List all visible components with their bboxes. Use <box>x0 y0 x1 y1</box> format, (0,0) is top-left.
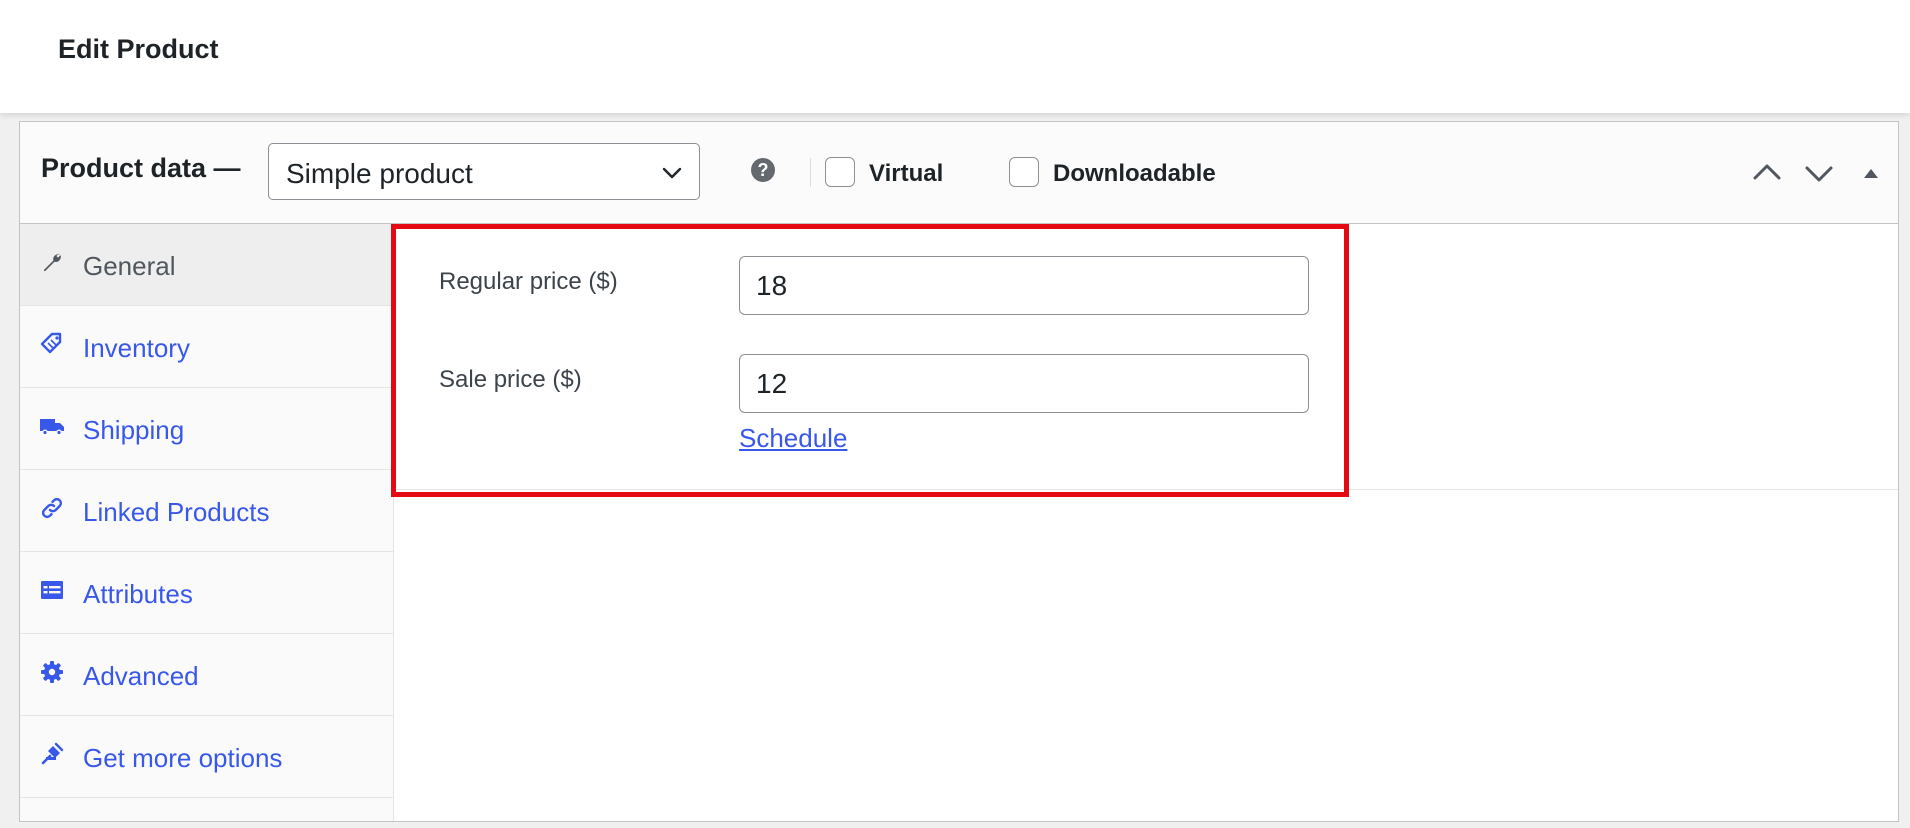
tab-label: Advanced <box>83 661 199 691</box>
tab-linked-products[interactable]: Linked Products <box>20 470 393 552</box>
move-up-icon[interactable] <box>1751 157 1783 189</box>
plugin-icon <box>41 742 64 765</box>
chevron-down-icon <box>662 167 682 179</box>
product-data-tabs: General Inventory Shipping Linked Produc… <box>20 224 394 821</box>
list-table-icon <box>41 581 63 599</box>
downloadable-checkbox[interactable] <box>1009 157 1039 187</box>
tab-general[interactable]: General <box>20 224 393 306</box>
tab-label: General <box>83 251 176 281</box>
regular-price-input[interactable] <box>739 256 1309 315</box>
product-type-select[interactable]: Simple product <box>268 143 700 200</box>
virtual-label: Virtual <box>869 160 944 187</box>
move-down-icon[interactable] <box>1803 157 1835 189</box>
product-type-value: Simple product <box>286 158 473 189</box>
sale-price-label: Sale price ($) <box>439 366 582 393</box>
link-icon <box>41 497 63 519</box>
tab-advanced[interactable]: Advanced <box>20 634 393 716</box>
virtual-checkbox[interactable] <box>825 157 855 187</box>
product-data-header: Product data — Simple product ? Virtual … <box>20 122 1898 224</box>
tab-label: Linked Products <box>83 497 270 527</box>
product-data-panel: Product data — Simple product ? Virtual … <box>19 121 1899 822</box>
product-data-title: Product data — <box>41 153 241 183</box>
wrench-icon <box>44 253 61 272</box>
tab-inventory[interactable]: Inventory <box>20 306 393 388</box>
tab-attributes[interactable]: Attributes <box>20 552 393 634</box>
truck-icon <box>40 419 64 436</box>
top-bar: Edit Product <box>0 0 1910 113</box>
question-circle-icon[interactable]: ? <box>751 158 775 182</box>
regular-price-label: Regular price ($) <box>439 268 618 295</box>
collapse-icon[interactable] <box>1855 157 1887 189</box>
general-panel: Regular price ($) Sale price ($) Schedul… <box>394 224 1898 821</box>
tab-label: Attributes <box>83 579 193 609</box>
tag-icon <box>40 332 62 354</box>
page-title: Edit Product <box>58 34 219 64</box>
tab-label: Inventory <box>83 333 190 363</box>
tab-shipping[interactable]: Shipping <box>20 388 393 470</box>
tab-label: Shipping <box>83 415 185 445</box>
divider <box>394 489 1898 490</box>
divider <box>810 158 811 187</box>
tab-label: Get more options <box>83 743 283 773</box>
sale-price-input[interactable] <box>739 354 1309 413</box>
schedule-link[interactable]: Schedule <box>739 423 847 454</box>
downloadable-label: Downloadable <box>1053 160 1216 187</box>
gear-icon <box>41 661 63 683</box>
tab-get-more-options[interactable]: Get more options <box>20 716 393 798</box>
